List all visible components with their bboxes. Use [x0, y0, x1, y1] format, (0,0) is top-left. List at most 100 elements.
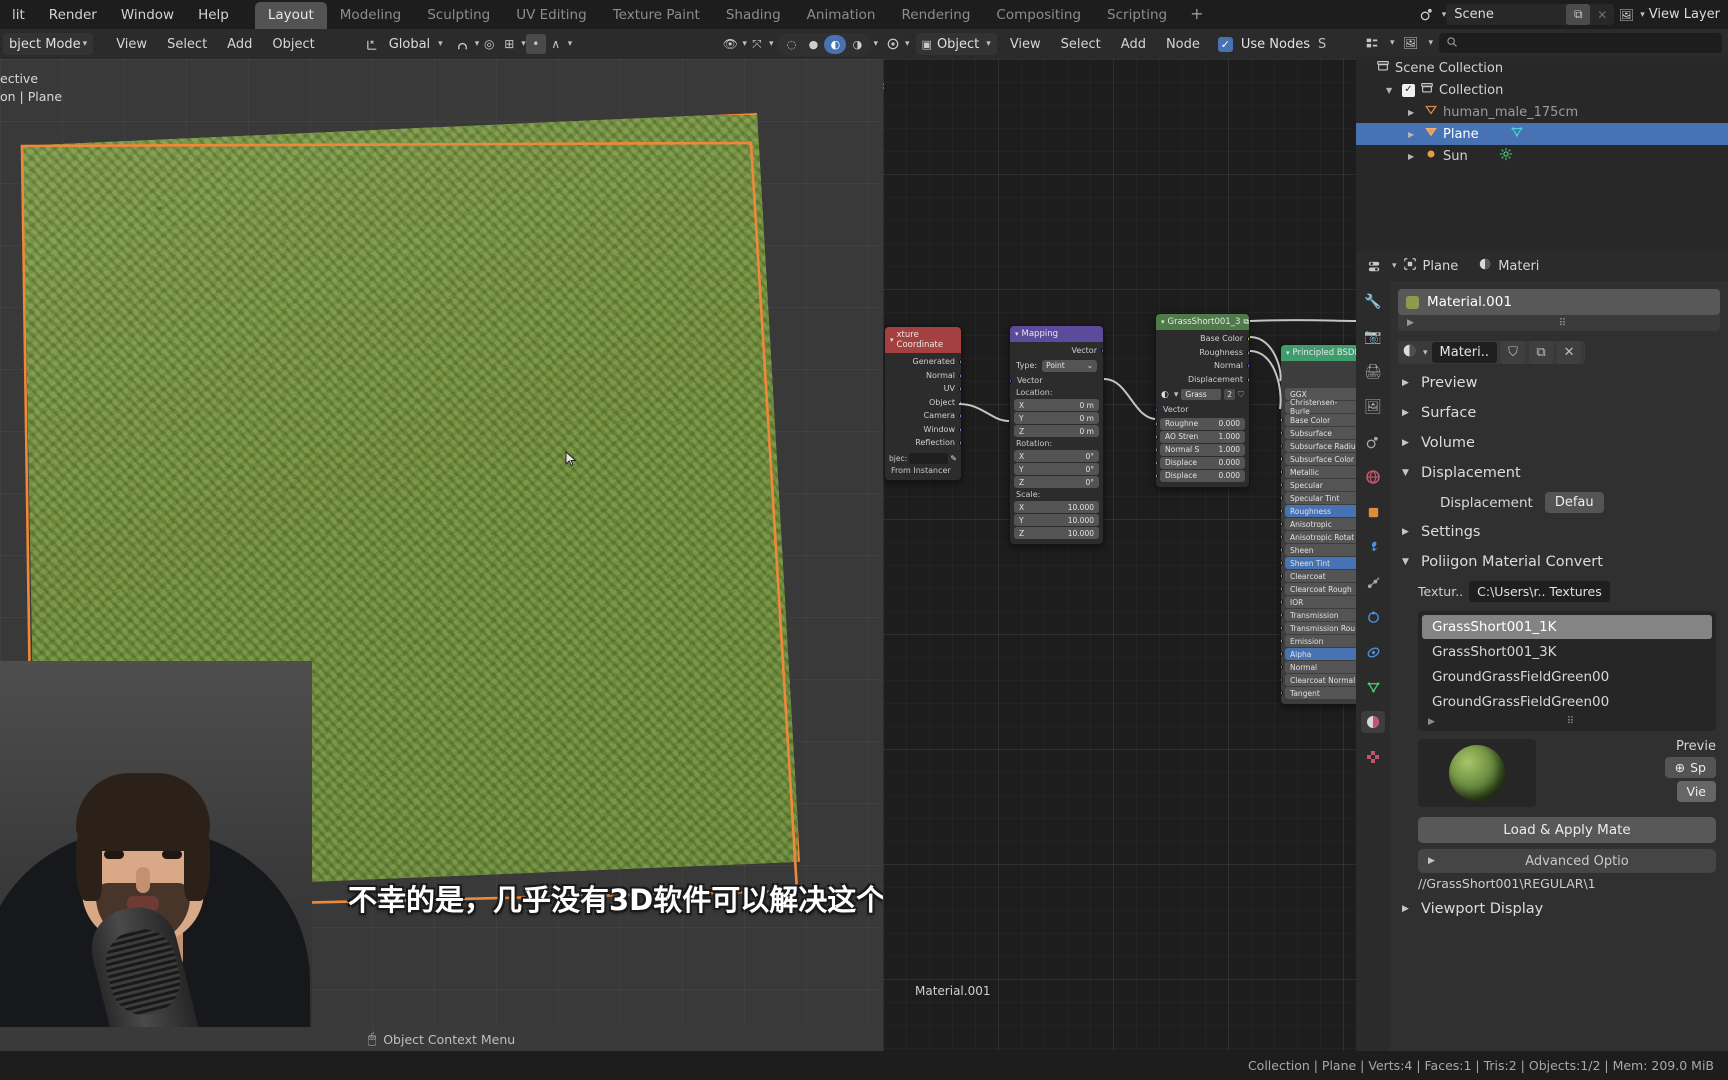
collapse-triangle-icon[interactable]: ▼: [1402, 557, 1412, 567]
socket-dot-icon[interactable]: [1281, 586, 1283, 592]
menu-item-edit[interactable]: lit: [0, 4, 37, 26]
location-x-field[interactable]: X0 m: [1014, 399, 1099, 411]
socket-camera[interactable]: Camera: [885, 409, 961, 423]
socket-object[interactable]: Object: [885, 396, 961, 410]
tab-material[interactable]: [1361, 711, 1385, 733]
material-preview-box[interactable]: [1418, 739, 1536, 807]
bsdf-input-row[interactable]: Base Color: [1281, 414, 1356, 426]
socket-dot-icon[interactable]: [1281, 534, 1283, 540]
group-name-field[interactable]: Grass: [1181, 389, 1222, 400]
socket-dot-icon[interactable]: [1281, 690, 1283, 696]
material-slot-row[interactable]: Material.001: [1398, 289, 1720, 315]
tab-particles[interactable]: [1361, 571, 1385, 593]
outliner-row-human-male[interactable]: ▶ human_male_175cm: [1356, 101, 1728, 123]
socket-roughness-out[interactable]: Roughness: [1156, 346, 1249, 360]
field-displace-1[interactable]: Displace 0.000: [1156, 456, 1245, 469]
socket-dot-icon[interactable]: [1281, 664, 1283, 670]
socket-base-color-out[interactable]: Base Color: [1156, 332, 1249, 346]
subsurface-method-dropdown[interactable]: Christensen-Burle: [1285, 398, 1356, 416]
expand-triangle-icon[interactable]: ▶: [1402, 378, 1412, 388]
object-field-input[interactable]: [909, 452, 949, 464]
bsdf-input-row[interactable]: Metallic: [1281, 466, 1356, 478]
rotation-x-field[interactable]: X 0°: [1014, 450, 1099, 462]
orientation-chevron-down-icon[interactable]: ▾: [438, 39, 443, 49]
field-normal-strength[interactable]: Normal S 1.000: [1156, 443, 1245, 456]
tab-texture-paint[interactable]: Texture Paint: [600, 2, 713, 29]
panel-poliigon-converter[interactable]: ▼ Poliigon Material Convert: [1390, 547, 1728, 577]
gizmo-icon[interactable]: ⤧: [747, 34, 767, 54]
node-menu-add[interactable]: Add: [1111, 33, 1156, 56]
expand-triangle-icon[interactable]: ▶: [1402, 438, 1412, 448]
add-workspace-button[interactable]: +: [1180, 2, 1213, 29]
scale-y-field[interactable]: Y 10.000: [1014, 514, 1099, 526]
tab-layout[interactable]: Layout: [254, 2, 327, 29]
tab-rendering[interactable]: Rendering: [888, 2, 983, 29]
tab-compositing[interactable]: Compositing: [983, 2, 1094, 29]
shading-solid-button[interactable]: ●: [802, 35, 824, 54]
unlink-close-icon[interactable]: ✕: [1557, 341, 1582, 364]
shading-rendered-button[interactable]: ◑: [846, 35, 868, 54]
socket-window[interactable]: Window: [885, 423, 961, 437]
mesh-data-icon[interactable]: [1510, 125, 1524, 143]
tab-shading[interactable]: Shading: [713, 2, 794, 29]
socket-dot-icon[interactable]: [1281, 482, 1283, 488]
panel-viewport-display[interactable]: ▶ Viewport Display: [1390, 894, 1728, 924]
snap-magnet-icon[interactable]: [453, 34, 473, 54]
preview-view-button[interactable]: Vie: [1676, 781, 1716, 802]
shading-chevron-down-icon[interactable]: ▾: [873, 39, 878, 49]
mode-chevron-down-icon[interactable]: ▾: [83, 39, 88, 49]
tab-scene[interactable]: [1361, 431, 1385, 453]
panel-volume[interactable]: ▶ Volume: [1390, 428, 1728, 458]
socket-generated[interactable]: Generated: [885, 355, 961, 369]
viewport-menu-view[interactable]: View: [106, 33, 157, 56]
panel-preview[interactable]: ▶ Preview: [1390, 368, 1728, 398]
material-browse-chevron-down-icon[interactable]: ▾: [1423, 348, 1428, 358]
displacement-value-dropdown[interactable]: Defau: [1544, 492, 1604, 513]
collapse-triangle-icon[interactable]: ▾: [1161, 318, 1165, 326]
tab-scripting[interactable]: Scripting: [1094, 2, 1180, 29]
texture-list-resize-handle[interactable]: ▶ ⠿: [1418, 715, 1716, 728]
socket-dot-icon[interactable]: [1281, 456, 1283, 462]
texture-list-item[interactable]: GroundGrassFieldGreen00: [1422, 690, 1712, 714]
scene-name[interactable]: Scene: [1446, 7, 1566, 22]
socket-displacement-out[interactable]: Displacement: [1156, 373, 1249, 387]
node-grass-group[interactable]: ▾ GrassShort001_3 ⧉ Base Color Roughness…: [1155, 313, 1250, 488]
bsdf-input-row[interactable]: Transmission Rou: [1281, 622, 1356, 634]
socket-normal-out[interactable]: Normal: [1156, 359, 1249, 373]
view-layer-name[interactable]: View Layer: [1645, 7, 1728, 22]
falloff-chevron-down-icon[interactable]: ▾: [568, 39, 573, 49]
texture-list-item[interactable]: GrassShort001_3K: [1422, 640, 1712, 664]
mapping-type-dropdown[interactable]: Point ⌄: [1042, 359, 1097, 372]
outliner-search-input[interactable]: [1439, 33, 1722, 53]
socket-dot-icon[interactable]: [1281, 560, 1283, 566]
group-chevron-down-icon[interactable]: ▾: [1174, 390, 1179, 400]
tab-world[interactable]: [1361, 466, 1385, 488]
material-name-field[interactable]: Materi..: [1431, 342, 1498, 363]
expand-triangle-icon[interactable]: ▶: [1408, 152, 1419, 161]
bsdf-input-row[interactable]: Sheen Tint: [1281, 557, 1356, 569]
panel-displacement[interactable]: ▼ Displacement: [1390, 458, 1728, 488]
socket-dot-icon[interactable]: [1281, 625, 1283, 631]
bsdf-input-row[interactable]: IOR: [1281, 596, 1356, 608]
bsdf-input-row[interactable]: Tangent: [1281, 687, 1356, 699]
use-nodes-checkbox[interactable]: ✓: [1217, 36, 1233, 52]
socket-dot-icon[interactable]: [1281, 469, 1283, 475]
socket-vector-in[interactable]: Vector: [1010, 374, 1103, 388]
from-instancer-label[interactable]: From Instancer: [885, 465, 961, 476]
socket-dot-icon[interactable]: [1281, 573, 1283, 579]
tab-tool[interactable]: 🔧: [1361, 291, 1385, 313]
outliner-row-sun[interactable]: ▶ Sun: [1356, 145, 1728, 167]
editor-type-chevron-down-icon[interactable]: ▾: [905, 39, 910, 49]
tab-object[interactable]: [1361, 501, 1385, 523]
copy-icon[interactable]: ⧉: [1566, 4, 1591, 25]
expand-triangle-icon[interactable]: ▶: [1402, 904, 1412, 914]
shading-material-preview-button[interactable]: ◐: [824, 34, 847, 54]
field-roughness[interactable]: Roughne 0.000: [1156, 417, 1245, 430]
socket-dot-icon[interactable]: [1281, 521, 1283, 527]
node-principled-bsdf-header[interactable]: ▾ Principled BSDF: [1281, 345, 1356, 361]
properties-editor-type-icon[interactable]: [1364, 256, 1384, 276]
material-file-path[interactable]: //GrassShort001\REGULAR\1: [1390, 873, 1728, 894]
close-icon[interactable]: ✕: [1590, 4, 1614, 25]
tab-animation[interactable]: Animation: [794, 2, 889, 29]
socket-dot-icon[interactable]: [1281, 547, 1283, 553]
